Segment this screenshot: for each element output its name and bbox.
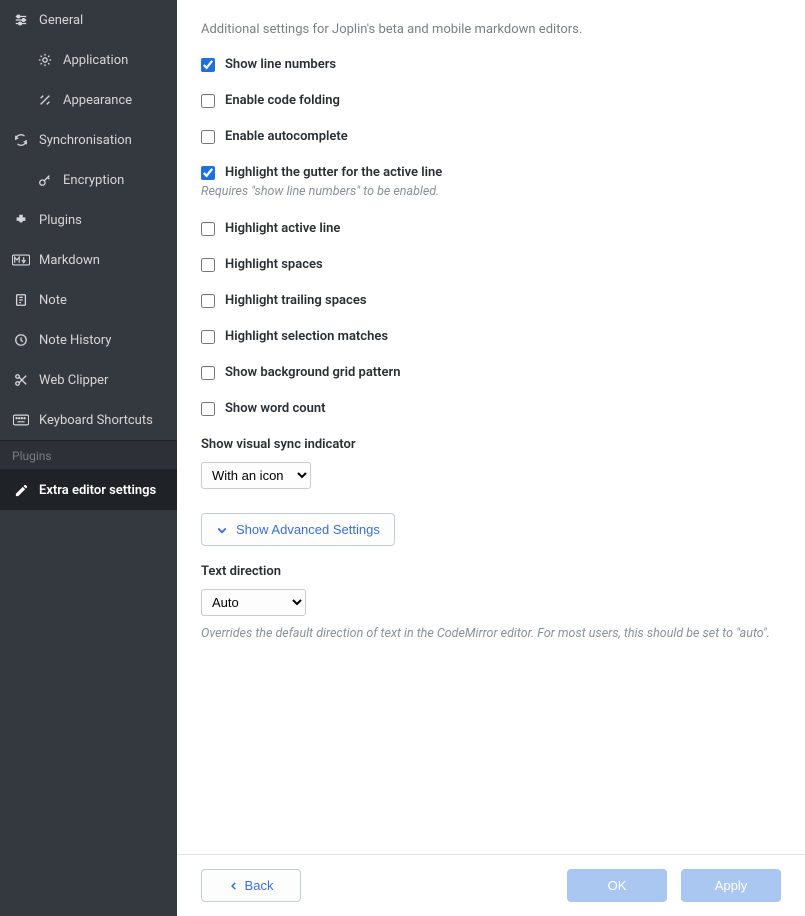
checkbox-gutterActive[interactable] [201,166,215,180]
sidebar-item-web-clipper[interactable]: Web Clipper [0,360,177,400]
checkbox-label-wordCount[interactable]: Show word count [225,401,325,416]
sync-indicator-label: Show visual sync indicator [201,437,781,452]
back-button[interactable]: Back [201,869,301,902]
sidebar-item-appearance[interactable]: Appearance [0,80,177,120]
checkbox-selectionMatches[interactable] [201,330,215,344]
text-direction-select[interactable]: Auto [201,589,306,616]
sidebar-item-note-history[interactable]: Note History [0,320,177,360]
checkbox-label-bgGrid[interactable]: Show background grid pattern [225,365,400,380]
sidebar-item-label: Note History [39,333,111,348]
sidebar-item-label: General [39,13,83,28]
plug-icon [12,212,30,228]
sidebar-item-label: Keyboard Shortcuts [39,413,153,428]
checkbox-label-gutterActive[interactable]: Highlight the gutter for the active line [225,165,442,180]
checkbox-bgGrid[interactable] [201,366,215,380]
footer-bar: Back OK Apply [177,854,805,916]
text-direction-label: Text direction [201,564,781,579]
setting-lineNumbers: Show line numbers [201,57,781,72]
setting-wordCount: Show word count [201,401,781,416]
apply-button-label: Apply [715,878,748,893]
key-icon [36,172,54,188]
history-icon [12,332,30,348]
checkbox-activeLine[interactable] [201,222,215,236]
back-button-label: Back [245,878,274,893]
sidebar-item-label: Appearance [63,93,132,108]
sidebar-item-label: Note [39,293,67,308]
checkbox-autocomplete[interactable] [201,130,215,144]
checkbox-label-autocomplete[interactable]: Enable autocomplete [225,129,348,144]
sidebar-item-markdown[interactable]: Markdown [0,240,177,280]
sidebar-item-label: Extra editor settings [39,483,156,498]
help-gutterActive: Requires "show line numbers" to be enabl… [201,184,781,199]
chevron-down-icon [216,524,228,536]
gear-icon [36,52,54,68]
show-advanced-settings-label: Show Advanced Settings [236,522,380,537]
checkbox-label-lineNumbers[interactable]: Show line numbers [225,57,336,72]
panel-description: Additional settings for Joplin's beta an… [201,22,781,37]
sync-indicator-select[interactable]: With an icon [201,462,311,489]
checkbox-label-activeLine[interactable]: Highlight active line [225,221,340,236]
sidebar-item-general[interactable]: General [0,0,177,40]
setting-codeFolding: Enable code folding [201,93,781,108]
chevron-left-icon [229,880,239,892]
setting-spaces: Highlight spaces [201,257,781,272]
checkbox-trailingSpaces[interactable] [201,294,215,308]
checkbox-codeFolding[interactable] [201,94,215,108]
sync-icon [12,132,30,148]
sidebar-item-keyboard-shortcuts[interactable]: Keyboard Shortcuts [0,400,177,440]
sidebar-item-plugins[interactable]: Plugins [0,200,177,240]
settings-panel: Additional settings for Joplin's beta an… [177,0,805,916]
settings-sidebar: General Application Appearance Synchroni… [0,0,177,916]
setting-selectionMatches: Highlight selection matches [201,329,781,344]
show-advanced-settings-button[interactable]: Show Advanced Settings [201,513,395,546]
text-direction-help: Overrides the default direction of text … [201,626,781,641]
markdown-icon [12,252,30,268]
sidebar-item-application[interactable]: Application [0,40,177,80]
setting-gutterActive: Highlight the gutter for the active line [201,165,781,180]
sidebar-item-label: Web Clipper [39,373,108,388]
checkbox-label-codeFolding[interactable]: Enable code folding [225,93,340,108]
scissors-icon [12,372,30,388]
sidebar-item-note[interactable]: Note [0,280,177,320]
ok-button[interactable]: OK [567,869,667,902]
sidebar-item-label: Plugins [39,213,82,228]
setting-autocomplete: Enable autocomplete [201,129,781,144]
setting-activeLine: Highlight active line [201,221,781,236]
sidebar-item-label: Markdown [39,253,100,268]
tools-icon [36,92,54,108]
apply-button[interactable]: Apply [681,869,781,902]
sidebar-item-label: Application [63,53,128,68]
keyboard-icon [12,412,30,428]
sidebar-plugins-section-label: Plugins [0,440,177,470]
checkbox-label-trailingSpaces[interactable]: Highlight trailing spaces [225,293,367,308]
sidebar-item-label: Encryption [63,173,124,188]
setting-trailingSpaces: Highlight trailing spaces [201,293,781,308]
settings-content: Additional settings for Joplin's beta an… [177,0,805,854]
checkbox-wordCount[interactable] [201,402,215,416]
sidebar-item-extra-editor-settings[interactable]: Extra editor settings [0,470,177,510]
checkbox-label-selectionMatches[interactable]: Highlight selection matches [225,329,388,344]
edit-icon [12,482,30,498]
checkbox-label-spaces[interactable]: Highlight spaces [225,257,323,272]
sidebar-item-encryption[interactable]: Encryption [0,160,177,200]
sidebar-item-label: Synchronisation [39,133,132,148]
checkbox-lineNumbers[interactable] [201,58,215,72]
sliders-icon [12,12,30,28]
note-icon [12,292,30,308]
sidebar-item-synchronisation[interactable]: Synchronisation [0,120,177,160]
ok-button-label: OK [608,878,627,893]
checkbox-spaces[interactable] [201,258,215,272]
setting-bgGrid: Show background grid pattern [201,365,781,380]
